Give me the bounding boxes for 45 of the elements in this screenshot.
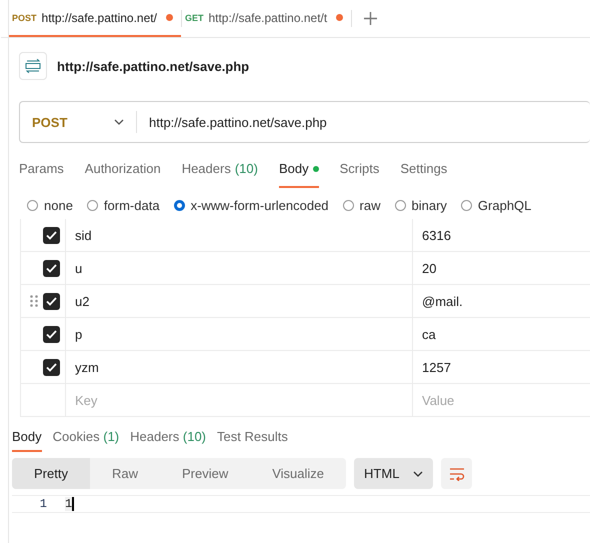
body-type-radio[interactable]: none — [27, 198, 73, 213]
check-icon — [46, 296, 57, 306]
chevron-down-icon[interactable] — [413, 470, 424, 476]
response-tab[interactable]: Body — [12, 427, 42, 452]
drag-handle-icon[interactable] — [30, 295, 38, 307]
request-title: http://safe.pattino.net/save.php — [57, 58, 250, 74]
checkbox[interactable] — [43, 326, 60, 342]
chevron-down-icon[interactable] — [114, 119, 124, 125]
view-mode-tab[interactable]: Pretty — [12, 458, 90, 489]
section-tab[interactable]: Headers (10) — [182, 153, 258, 188]
body-type-radio[interactable]: x-www-form-urlencoded — [174, 198, 329, 213]
check-icon — [46, 330, 57, 338]
view-mode-tab[interactable]: Preview — [160, 458, 250, 489]
http-icon — [19, 52, 47, 80]
view-mode-tab[interactable]: Visualize — [250, 458, 346, 489]
body-type-radio[interactable]: form-data — [86, 198, 160, 213]
body-type-radio[interactable]: binary — [394, 198, 447, 213]
request-tab[interactable]: GET http://safe.pattino.net/t — [182, 0, 352, 37]
section-tab[interactable]: Scripts — [340, 153, 380, 188]
line-number: 1 — [38, 497, 48, 511]
check-icon — [46, 264, 57, 272]
body-type-radio[interactable]: raw — [342, 198, 380, 213]
wrap-lines-button[interactable] — [441, 458, 472, 489]
wrap-lines-icon — [448, 466, 465, 480]
checkbox[interactable] — [43, 358, 60, 376]
checkbox[interactable] — [43, 226, 60, 244]
method-select[interactable]: POST — [32, 114, 68, 130]
add-tab-icon[interactable] — [364, 12, 377, 25]
checkbox[interactable] — [43, 260, 60, 276]
body-type-radio[interactable]: GraphQL — [460, 198, 532, 213]
url-field[interactable]: http://safe.pattino.net/save.php — [137, 114, 327, 130]
checkbox[interactable] — [43, 292, 60, 310]
section-tab[interactable]: Authorization — [84, 153, 161, 188]
section-tab[interactable]: Params — [19, 153, 64, 188]
check-icon — [46, 230, 57, 240]
response-tab[interactable]: Test Results — [217, 427, 288, 452]
check-icon — [46, 362, 57, 372]
format-dropdown[interactable]: HTML — [354, 458, 434, 489]
response-tab[interactable]: Cookies (1) — [52, 427, 120, 452]
section-tab[interactable]: Settings — [400, 153, 448, 188]
request-tab[interactable]: POST http://safe.pattino.net/ — [9, 0, 181, 37]
response-tab[interactable]: Headers (10) — [130, 427, 206, 452]
url-bar[interactable]: POST http://safe.pattino.net/save.php — [19, 101, 590, 143]
section-tab[interactable]: Body — [278, 153, 319, 188]
view-mode-tab[interactable]: Raw — [90, 458, 160, 489]
